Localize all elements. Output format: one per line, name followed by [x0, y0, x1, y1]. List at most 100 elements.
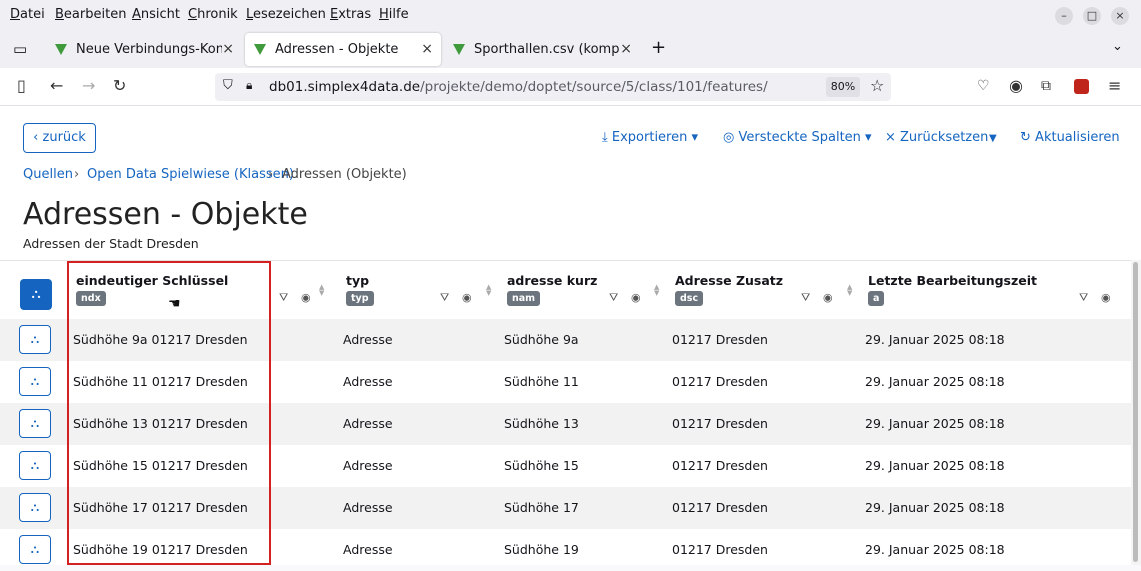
filter-icon[interactable]: ⛛: [279, 291, 288, 305]
sort-icon[interactable]: ▲ ▼: [847, 284, 852, 297]
page-content: ‹ zurück ⤓ Exportieren ▾ ◎ Versteckte Sp…: [0, 106, 1141, 565]
close-window-icon[interactable]: ×: [1111, 7, 1129, 25]
column-header-nam[interactable]: ▲ ▼ adresse kurz nam ⛛ ◉: [486, 261, 667, 319]
sidebar-toggle-icon[interactable]: ▯: [17, 76, 26, 96]
maximize-icon[interactable]: □: [1083, 7, 1101, 25]
menu-bearbeiten[interactable]: Bearbeiten: [55, 7, 126, 22]
refresh-button[interactable]: ↻ Aktualisieren: [1020, 130, 1120, 145]
cell-address-extra: 01217 Dresden: [672, 332, 768, 347]
reset-dropdown-icon[interactable]: ▼: [989, 133, 997, 144]
hierarchy-icon[interactable]: ⛬: [19, 367, 51, 396]
zoom-level[interactable]: 80%: [826, 77, 860, 97]
column-header-a[interactable]: ▲ ▼ Letzte Bearbeitungszeit a ⛛ ◉: [847, 261, 1118, 319]
back-button[interactable]: ‹ zurück: [23, 123, 96, 153]
new-tab-icon[interactable]: +: [651, 37, 666, 58]
cell-type: Adresse: [343, 542, 393, 557]
app-menu-icon[interactable]: ≡: [1108, 76, 1121, 96]
menu-extras[interactable]: Extras: [330, 7, 371, 22]
account-icon[interactable]: ◉: [1009, 76, 1023, 96]
cell-modified: 29. Januar 2025 08:18: [865, 500, 1005, 515]
table-row[interactable]: ⛬ Südhöhe 13 01217 Dresden Adresse Südhö…: [0, 403, 1131, 445]
breadcrumb-spielwiese[interactable]: Open Data Spielwiese (Klassen): [87, 167, 294, 182]
tab-close-icon[interactable]: ×: [222, 33, 234, 66]
url-text[interactable]: db01.simplex4data.de/projekte/demo/dopte…: [269, 79, 768, 95]
cell-address: Südhöhe 17: [504, 500, 579, 515]
menu-datei[interactable]: Datei: [10, 7, 45, 22]
hierarchy-icon[interactable]: ⛬: [19, 535, 51, 564]
chevron-right-icon: ›: [74, 167, 80, 182]
cell-address: Südhöhe 11: [504, 374, 579, 389]
table-row[interactable]: ⛬ Südhöhe 15 01217 Dresden Adresse Südhö…: [0, 445, 1131, 487]
tab-sporthallen[interactable]: Sporthallen.csv (komplett ×: [444, 33, 640, 66]
favicon-icon: [453, 44, 465, 55]
menu-hilfe[interactable]: Hilfe: [379, 7, 409, 22]
tab-title: Neue Verbindungs-Konve: [76, 42, 222, 57]
eye-icon[interactable]: ◉: [1101, 291, 1111, 304]
column-tag: ndx: [76, 291, 106, 306]
cell-address-extra: 01217 Dresden: [672, 458, 768, 473]
menu-lesezeichen[interactable]: Lesezeichen: [246, 7, 326, 22]
tab-list-icon[interactable]: ▭: [13, 40, 27, 58]
cell-modified: 29. Januar 2025 08:18: [865, 416, 1005, 431]
reload-icon[interactable]: ↻: [113, 76, 126, 96]
column-header-dsc[interactable]: ▲ ▼ Adresse Zusatz dsc ⛛ ◉: [654, 261, 845, 319]
filter-icon[interactable]: ⛛: [801, 291, 810, 305]
filter-icon[interactable]: ⛛: [1079, 291, 1088, 305]
menu-ansicht[interactable]: Ansicht: [132, 7, 180, 22]
lock-icon[interactable]: 🔒︎: [246, 78, 252, 93]
menu-bar: Datei Bearbeiten Ansicht Chronik Lesezei…: [0, 0, 1141, 31]
cell-key: Südhöhe 15 01217 Dresden: [73, 458, 248, 473]
column-header-ndx[interactable]: eindeutiger Schlüssel ndx ⛛ ◉: [76, 261, 316, 319]
sort-icon[interactable]: ▲ ▼: [654, 284, 659, 297]
eye-icon[interactable]: ◉: [301, 291, 311, 304]
table-row[interactable]: ⛬ Südhöhe 17 01217 Dresden Adresse Südhö…: [0, 487, 1131, 529]
vertical-scrollbar[interactable]: [1131, 260, 1141, 565]
cell-address-extra: 01217 Dresden: [672, 416, 768, 431]
hierarchy-icon[interactable]: ⛬: [20, 279, 52, 310]
column-name: Letzte Bearbeitungszeit: [868, 273, 1037, 288]
hierarchy-icon[interactable]: ⛬: [19, 493, 51, 522]
tab-verbindung[interactable]: Neue Verbindungs-Konve ×: [46, 33, 242, 66]
cell-address-extra: 01217 Dresden: [672, 500, 768, 515]
sort-icon[interactable]: ▲ ▼: [319, 284, 324, 297]
minimize-icon[interactable]: –: [1055, 7, 1073, 25]
hierarchy-icon[interactable]: ⛬: [19, 409, 51, 438]
hidden-columns-button[interactable]: ◎ Versteckte Spalten ▾: [723, 130, 872, 145]
column-name: typ: [346, 273, 370, 288]
table-row[interactable]: ⛬ Südhöhe 11 01217 Dresden Adresse Südhö…: [0, 361, 1131, 403]
export-button[interactable]: ⤓ Exportieren ▾: [602, 130, 698, 145]
hierarchy-icon[interactable]: ⛬: [19, 451, 51, 480]
menu-chronik[interactable]: Chronik: [188, 7, 238, 22]
tab-close-icon[interactable]: ×: [421, 33, 433, 66]
cell-address: Südhöhe 13: [504, 416, 579, 431]
tab-overflow-icon[interactable]: ⌄: [1112, 39, 1123, 54]
tab-close-icon[interactable]: ×: [620, 33, 632, 66]
extensions-icon[interactable]: ⧉: [1041, 76, 1051, 96]
eye-icon[interactable]: ◉: [631, 291, 641, 304]
column-header-typ[interactable]: ▲ ▼ typ typ ⛛ ◉: [319, 261, 502, 319]
column-tag: nam: [507, 291, 541, 306]
bookmark-star-icon[interactable]: ☆: [870, 76, 884, 95]
ublock-icon[interactable]: [1074, 79, 1089, 94]
eye-icon[interactable]: ◉: [823, 291, 833, 304]
tab-adressen[interactable]: Adressen - Objekte ×: [245, 33, 441, 66]
sort-icon[interactable]: ▲ ▼: [486, 284, 491, 297]
shield-icon[interactable]: ⛉: [223, 78, 233, 93]
breadcrumb-quellen[interactable]: Quellen: [23, 167, 73, 182]
table-row[interactable]: ⛬ Südhöhe 9a 01217 Dresden Adresse Südhö…: [0, 319, 1131, 361]
back-icon[interactable]: ←: [50, 76, 63, 96]
eye-icon[interactable]: ◉: [462, 291, 472, 304]
scrollbar-thumb[interactable]: [1133, 262, 1138, 562]
reset-button[interactable]: × Zurücksetzen: [885, 130, 988, 145]
url-bar[interactable]: ⛉ 🔒︎ db01.simplex4data.de/projekte/demo/…: [215, 73, 891, 101]
cell-key: Südhöhe 17 01217 Dresden: [73, 500, 248, 515]
cell-address-extra: 01217 Dresden: [672, 374, 768, 389]
page-title: Adressen - Objekte: [23, 197, 308, 232]
pocket-icon[interactable]: ♡: [977, 76, 990, 96]
forward-icon[interactable]: →: [82, 76, 95, 96]
filter-icon[interactable]: ⛛: [609, 291, 618, 305]
breadcrumb-current: Adressen (Objekte): [282, 167, 407, 182]
filter-icon[interactable]: ⛛: [440, 291, 449, 305]
hierarchy-icon[interactable]: ⛬: [19, 325, 51, 354]
cell-modified: 29. Januar 2025 08:18: [865, 374, 1005, 389]
